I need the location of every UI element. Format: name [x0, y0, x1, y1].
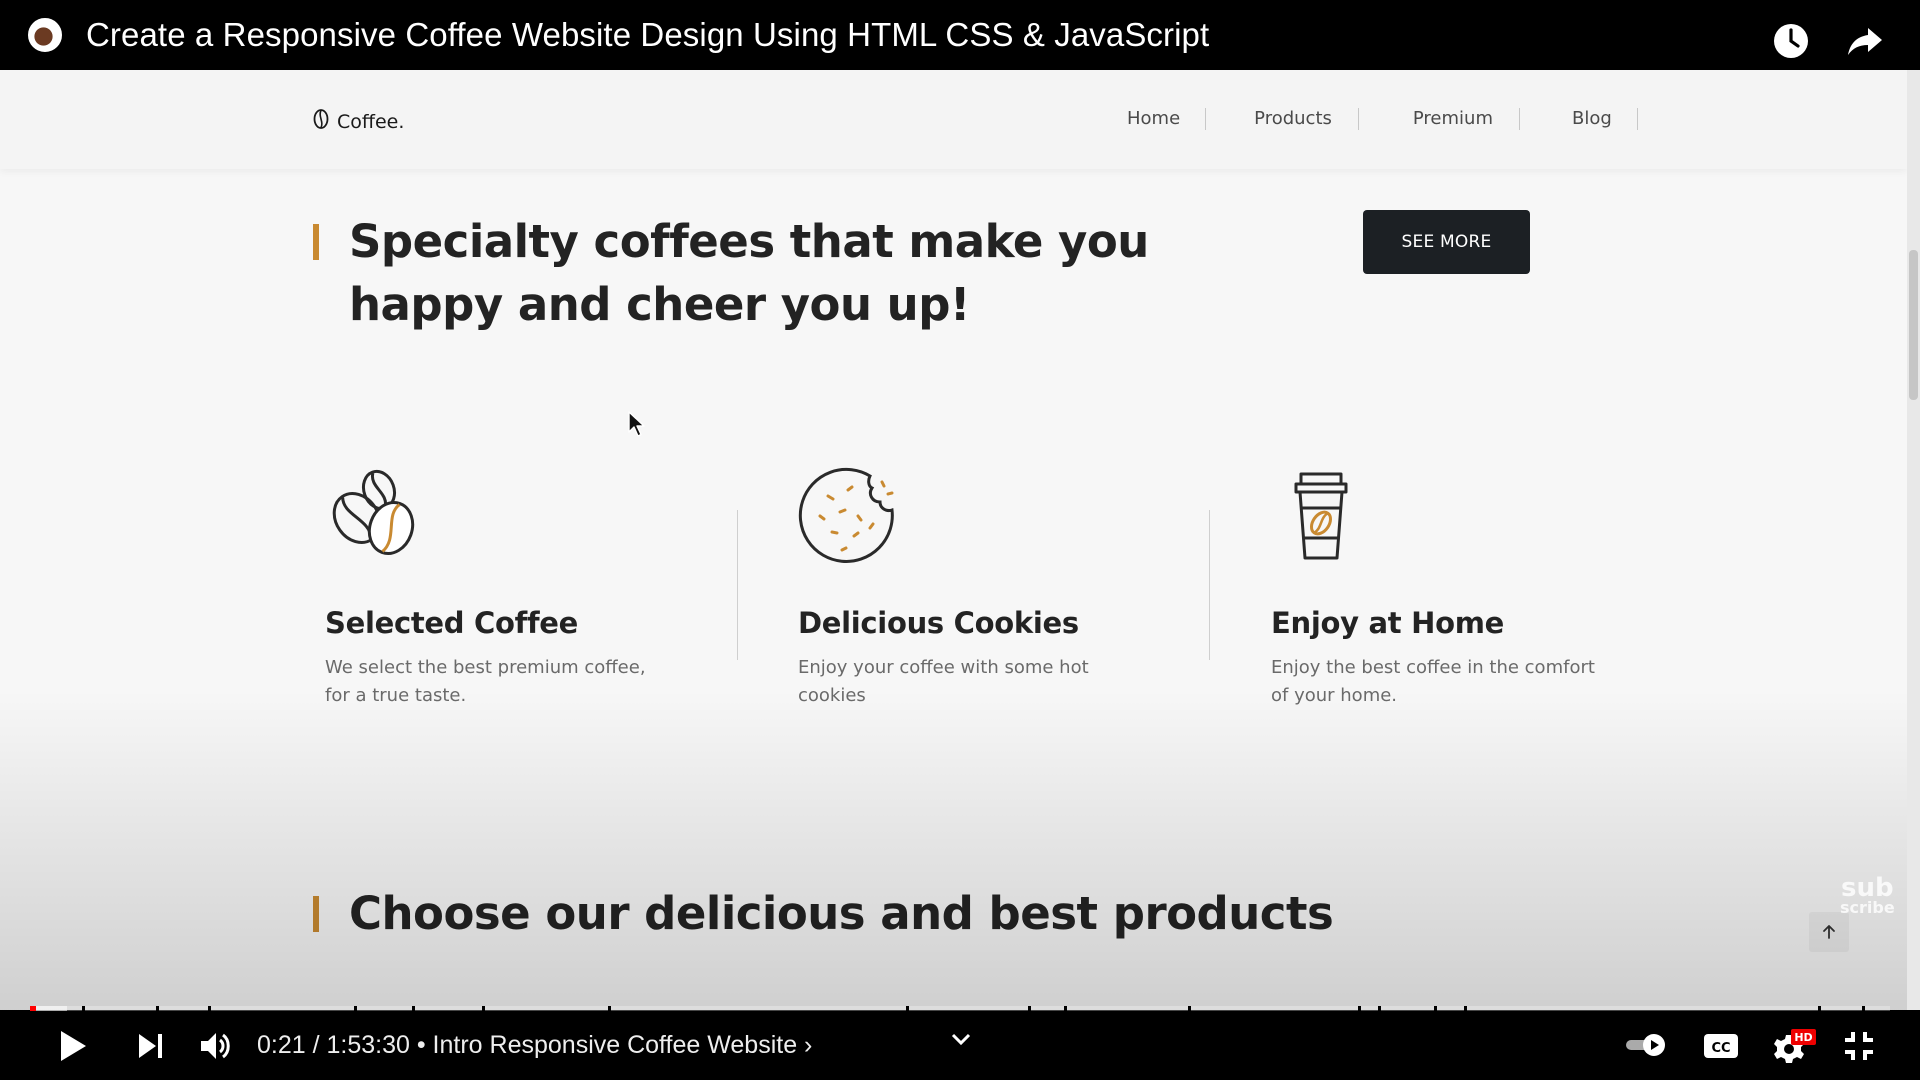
heading-accent-bar [313, 224, 319, 260]
products-heading: Choose our delicious and best products [349, 887, 1334, 940]
time-and-chapter[interactable]: 0:21 / 1:53:30 • Intro Responsive Coffee… [257, 1031, 812, 1060]
nav-products[interactable]: Products [1206, 108, 1359, 130]
feature-delicious-cookies: Delicious Cookies Enjoy your coffee with… [798, 466, 1158, 710]
heading-accent-bar [313, 896, 319, 932]
arrow-up-icon [1823, 925, 1835, 939]
subscribe-watermark[interactable]: sub scribe [1840, 875, 1895, 918]
autoplay-toggle-icon[interactable] [1624, 1033, 1668, 1057]
hero-heading-line1: Specialty coffees that make you [349, 215, 1149, 268]
scrollbar-thumb[interactable] [1909, 250, 1918, 400]
site-brand-text: Coffee. [337, 110, 405, 133]
coffee-bean-logo-icon [312, 108, 330, 135]
feature-enjoy-at-home: Enjoy at Home Enjoy the best coffee in t… [1271, 466, 1631, 710]
nav-blog[interactable]: Blog [1520, 108, 1638, 130]
hero-heading: Specialty coffees that make you happy an… [349, 210, 1149, 336]
feature-selected-coffee: Selected Coffee We select the best premi… [325, 466, 685, 710]
website-viewport: Coffee. Home Products Premium Blog Speci… [0, 70, 1907, 1010]
nav-premium[interactable]: Premium [1359, 108, 1520, 130]
player-controls: 0:21 / 1:53:30 • Intro Responsive Coffee… [0, 1011, 1920, 1080]
feature-title: Delicious Cookies [798, 606, 1079, 640]
channel-avatar[interactable] [28, 18, 62, 52]
video-title-bar: Create a Responsive Coffee Website Desig… [0, 0, 1920, 70]
feature-text: Enjoy the best coffee in the comfort of … [1271, 657, 1595, 706]
hero-heading-line2: happy and cheer you up! [349, 278, 970, 331]
coffee-beans-icon [325, 466, 685, 566]
coffee-cup-icon [1271, 466, 1631, 566]
exit-fullscreen-icon[interactable] [1843, 1030, 1875, 1062]
website-scrollbar[interactable] [1907, 70, 1920, 1010]
feature-title: Selected Coffee [325, 606, 579, 640]
feature-divider [737, 510, 738, 660]
cookie-icon [798, 466, 1158, 566]
next-video-icon[interactable] [137, 1033, 165, 1059]
share-arrow-icon[interactable] [1846, 22, 1884, 60]
video-title[interactable]: Create a Responsive Coffee Website Desig… [86, 16, 1209, 54]
feature-divider [1209, 510, 1210, 660]
mouse-cursor-icon [628, 411, 645, 437]
feature-title: Enjoy at Home [1271, 606, 1505, 640]
settings-gear-icon[interactable]: HD [1772, 1027, 1818, 1067]
play-icon[interactable] [58, 1029, 88, 1063]
scroll-top-button[interactable] [1809, 912, 1849, 952]
chevron-down-icon[interactable] [948, 1029, 974, 1054]
hd-badge: HD [1794, 1031, 1812, 1044]
svg-text:CC: CC [1711, 1041, 1730, 1056]
nav-home[interactable]: Home [1102, 108, 1207, 130]
feature-text: We select the best premium coffee, for a… [325, 657, 646, 706]
closed-captions-icon[interactable]: CC [1703, 1031, 1739, 1061]
site-nav: Home Products Premium Blog [1102, 108, 1638, 130]
site-navbar: Coffee. Home Products Premium Blog [0, 70, 1907, 169]
watch-later-clock-icon[interactable] [1772, 22, 1810, 60]
feature-text: Enjoy your coffee with some hot cookies [798, 657, 1089, 706]
site-logo[interactable]: Coffee. [312, 108, 404, 135]
see-more-button[interactable]: SEE MORE [1363, 210, 1530, 274]
volume-icon[interactable] [199, 1030, 233, 1062]
